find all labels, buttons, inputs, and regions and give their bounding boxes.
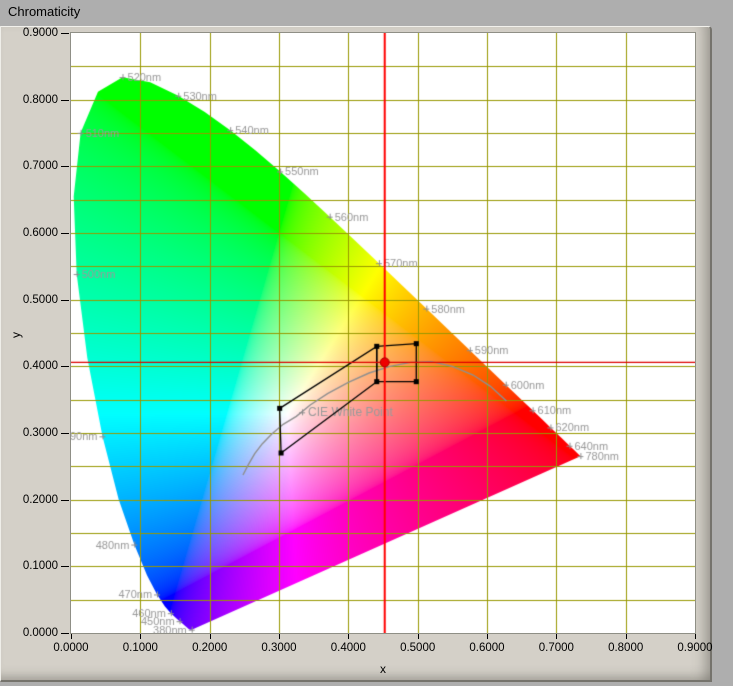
- y-tick-mark: [61, 433, 69, 434]
- x-tick-mark: [279, 634, 280, 639]
- x-tick-mark: [140, 634, 141, 639]
- y-tick-label: 0.0000: [0, 626, 58, 640]
- y-tick-mark: [61, 500, 69, 501]
- plot-frame: [70, 32, 696, 634]
- x-tick-label: 0.7000: [524, 641, 588, 655]
- y-tick-label: 0.4000: [0, 359, 58, 373]
- chromaticity-canvas[interactable]: [71, 33, 695, 633]
- y-tick-label: 0.2000: [0, 493, 58, 507]
- x-tick-mark: [418, 634, 419, 639]
- x-tick-label: 0.6000: [455, 641, 519, 655]
- y-tick-label: 0.7000: [0, 159, 58, 173]
- x-tick-mark: [71, 634, 72, 639]
- y-tick-mark: [61, 566, 69, 567]
- chromaticity-window: Chromaticity 0.0000 0.1000 0.2000 0.3000 0.4…: [0, 0, 733, 686]
- x-tick-label: 0.4000: [316, 641, 380, 655]
- x-tick-label: 0.8000: [594, 641, 658, 655]
- x-tick-label: 0.9000: [663, 641, 727, 655]
- y-tick-label: 0.9000: [0, 26, 58, 40]
- x-tick-mark: [487, 634, 488, 639]
- y-tick-mark: [61, 233, 69, 234]
- y-axis-title: y: [9, 327, 23, 343]
- y-tick-mark: [61, 366, 69, 367]
- y-tick-mark: [61, 633, 69, 634]
- y-tick-label: 0.3000: [0, 426, 58, 440]
- y-tick-mark: [61, 166, 69, 167]
- y-tick-mark: [61, 33, 69, 34]
- x-tick-label: 0.2000: [178, 641, 242, 655]
- y-tick-label: 0.1000: [0, 559, 58, 573]
- x-axis-title: x: [353, 662, 413, 676]
- x-tick-mark: [556, 634, 557, 639]
- y-tick-mark: [61, 300, 69, 301]
- x-tick-label: 0.0000: [39, 641, 103, 655]
- y-tick-label: 0.8000: [0, 93, 58, 107]
- y-tick-label: 0.6000: [0, 226, 58, 240]
- y-tick-mark: [61, 100, 69, 101]
- y-tick-label: 0.5000: [0, 293, 58, 307]
- x-tick-mark: [210, 634, 211, 639]
- x-tick-mark: [626, 634, 627, 639]
- x-tick-mark: [695, 634, 696, 639]
- x-tick-label: 0.5000: [386, 641, 450, 655]
- x-tick-label: 0.1000: [108, 641, 172, 655]
- window-title: Chromaticity: [8, 4, 80, 19]
- x-tick-mark: [348, 634, 349, 639]
- x-tick-label: 0.3000: [247, 641, 311, 655]
